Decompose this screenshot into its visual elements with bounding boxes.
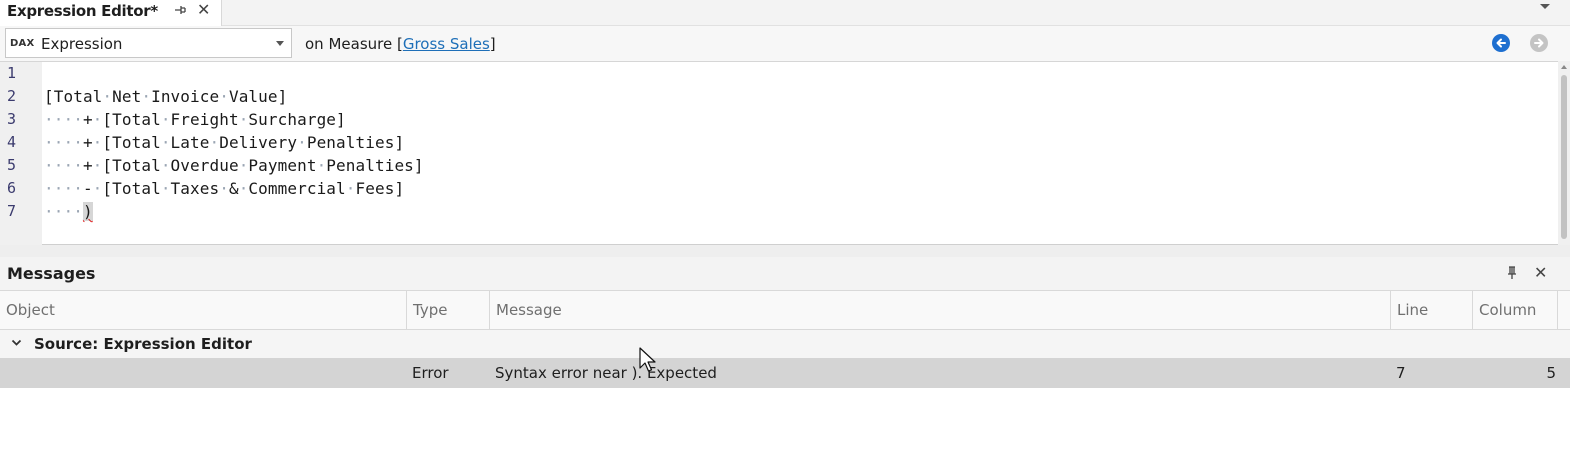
line-number: 7: [7, 202, 17, 220]
messages-grid-header: Object Type Message Line Column: [0, 290, 1570, 330]
panel-title: Messages: [7, 264, 96, 283]
line-number: 6: [7, 179, 17, 197]
group-label: Source: Expression Editor: [34, 335, 252, 353]
cell-line: 7: [1396, 364, 1406, 382]
close-icon[interactable]: ✕: [1534, 263, 1547, 282]
column-header-line[interactable]: Line: [1391, 291, 1473, 329]
scroll-up-arrow-icon[interactable]: [1561, 65, 1567, 69]
line-number: 2: [7, 87, 17, 105]
line-number: 5: [7, 156, 17, 174]
close-icon[interactable]: ✕: [197, 1, 210, 19]
scrollbar-thumb[interactable]: [1561, 75, 1567, 239]
column-header-message[interactable]: Message: [490, 291, 1391, 329]
code-line[interactable]: [Total·Net·Invoice·Value]: [44, 85, 287, 108]
cell-message: Syntax error near ). Expected: [495, 364, 717, 382]
combobox-value: Expression: [41, 35, 123, 53]
mouse-cursor-icon: [639, 347, 656, 372]
measure-context-label: on Measure [Gross Sales]: [305, 35, 496, 53]
tab-title: Expression Editor*: [7, 2, 158, 20]
forward-button[interactable]: [1530, 34, 1548, 52]
measure-prefix: on Measure [: [305, 35, 403, 53]
code-line[interactable]: ····-·[Total·Taxes·&·Commercial·Fees]: [44, 177, 404, 200]
back-button[interactable]: [1492, 34, 1510, 52]
measure-link[interactable]: Gross Sales: [403, 35, 490, 53]
code-editor[interactable]: 1 2 3 4 5 6 7 [Total·Net·Invoice·Value] …: [0, 61, 1558, 245]
chevron-down-icon[interactable]: [276, 41, 284, 46]
cell-column: 5: [1546, 364, 1556, 382]
tabs-overflow-dropdown-icon[interactable]: [1540, 4, 1550, 9]
editor-vertical-scrollbar[interactable]: [1558, 61, 1570, 245]
code-line[interactable]: ····+·[Total·Overdue·Payment·Penalties]: [44, 154, 424, 177]
document-tab-strip: Expression Editor* ✕: [0, 0, 1570, 26]
column-header-column[interactable]: Column: [1473, 291, 1558, 329]
property-selector-combobox[interactable]: DAX Expression: [5, 28, 292, 58]
chevron-down-icon[interactable]: [11, 339, 22, 347]
panel-splitter[interactable]: [0, 245, 1570, 257]
arrow-left-icon: [1496, 38, 1506, 48]
cell-type: Error: [412, 364, 449, 382]
code-line[interactable]: ····): [44, 200, 93, 223]
expression-toolbar: DAX Expression on Measure [Gross Sales]: [0, 26, 1570, 61]
measure-suffix: ]: [489, 35, 496, 53]
group-row-source[interactable]: Source: Expression Editor: [0, 330, 1570, 358]
message-row[interactable]: Error Syntax error near ). Expected 7 5: [0, 358, 1570, 388]
pin-icon[interactable]: [173, 3, 187, 17]
tab-expression-editor[interactable]: Expression Editor* ✕: [0, 0, 222, 26]
line-number: 1: [7, 64, 17, 82]
pin-icon[interactable]: [1505, 266, 1519, 280]
arrow-right-icon: [1534, 38, 1544, 48]
messages-empty-area: [0, 388, 1570, 474]
code-line[interactable]: ····+·[Total·Freight·Surcharge]: [44, 108, 346, 131]
line-number-gutter: 1 2 3 4 5 6 7: [0, 62, 42, 245]
column-header-type[interactable]: Type: [407, 291, 490, 329]
messages-panel-header: Messages ✕: [0, 257, 1570, 290]
dax-icon: DAX: [10, 38, 35, 49]
line-number: 3: [7, 110, 17, 128]
line-number: 4: [7, 133, 17, 151]
code-line[interactable]: ····+·[Total·Late·Delivery·Penalties]: [44, 131, 404, 154]
column-header-object[interactable]: Object: [0, 291, 407, 329]
